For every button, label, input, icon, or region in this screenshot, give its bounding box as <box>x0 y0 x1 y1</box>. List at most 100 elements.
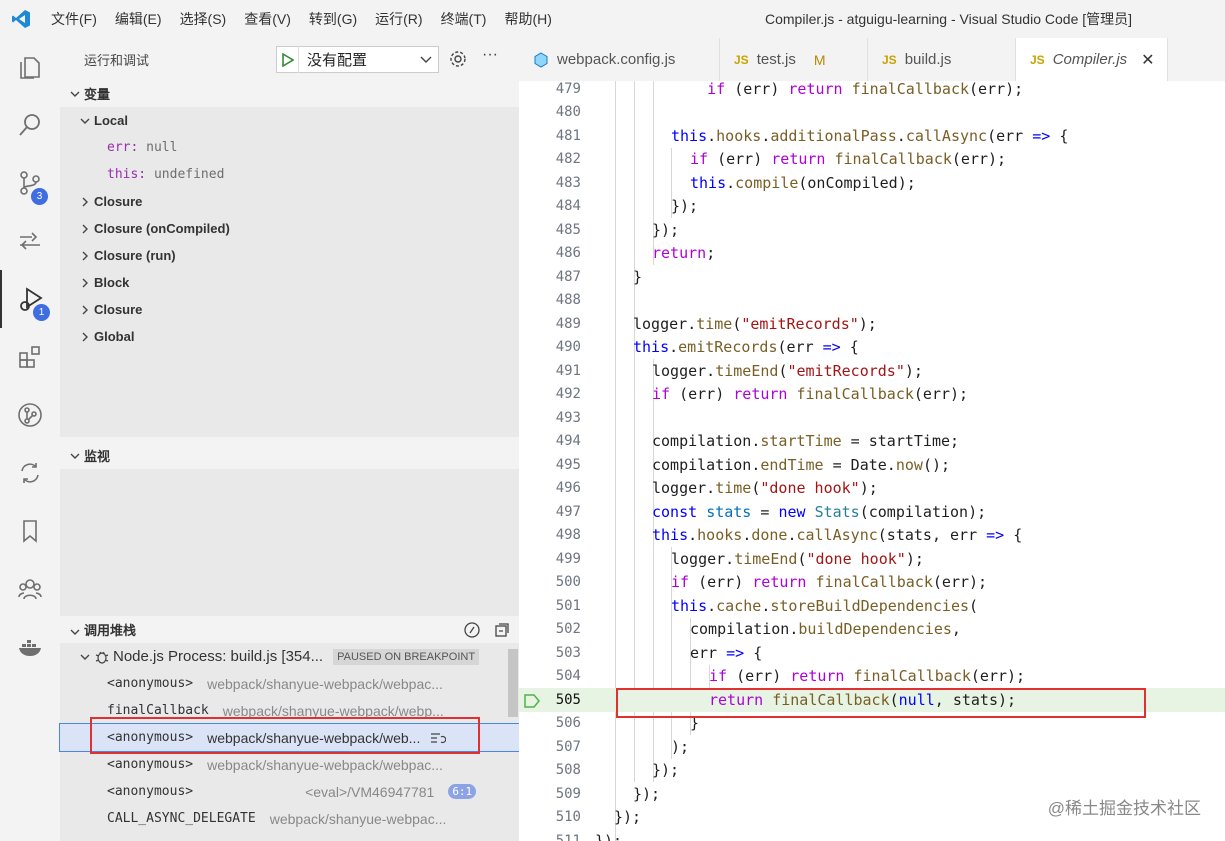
code-line[interactable]: 488 <box>519 289 1225 313</box>
code-line[interactable]: 493 <box>519 406 1225 430</box>
line-number[interactable]: 500 <box>519 574 581 590</box>
stack-frame[interactable]: <anonymous> webpack/shanyue-webpack/webpa… <box>60 751 519 778</box>
gitlens-button[interactable] <box>0 386 60 444</box>
run-debug-button[interactable]: 1 <box>0 270 60 328</box>
line-number[interactable]: 495 <box>519 457 581 473</box>
menu-go[interactable]: 转到(G) <box>300 0 366 38</box>
line-number[interactable]: 489 <box>519 316 581 332</box>
code-line[interactable]: 499 logger.timeEnd("done hook"); <box>519 547 1225 571</box>
code-line[interactable]: 511}); <box>519 829 1225 841</box>
scope-closure-run[interactable]: Closure (run) <box>60 242 519 269</box>
bookmarks-button[interactable] <box>0 502 60 560</box>
search-button[interactable] <box>0 96 60 154</box>
line-number[interactable]: 481 <box>519 128 581 144</box>
line-number[interactable]: 496 <box>519 480 581 496</box>
scope-closure[interactable]: Closure <box>60 296 519 323</box>
line-number[interactable]: 482 <box>519 151 581 167</box>
code-line[interactable]: 492 if (err) return finalCallback(err); <box>519 383 1225 407</box>
menu-selection[interactable]: 选择(S) <box>171 0 236 38</box>
line-number[interactable]: 484 <box>519 198 581 214</box>
scope-block[interactable]: Block <box>60 269 519 296</box>
line-number[interactable]: 483 <box>519 175 581 191</box>
code-line[interactable]: 482 if (err) return finalCallback(err); <box>519 148 1225 172</box>
stack-frame[interactable]: <anonymous> webpack/shanyue-webpack/webpa… <box>60 670 519 697</box>
code-line[interactable]: 501 this.cache.storeBuildDependencies( <box>519 594 1225 618</box>
stack-frame[interactable]: <anonymous> <eval>/VM46947781 6:1 <box>60 778 519 805</box>
code-line[interactable]: 490 this.emitRecords(err => { <box>519 336 1225 360</box>
scrollbar-thumb[interactable] <box>508 649 518 717</box>
scope-closure-oncompiled[interactable]: Closure (onCompiled) <box>60 215 519 242</box>
line-number[interactable]: 509 <box>519 786 581 802</box>
variable-row[interactable]: err: null <box>60 134 519 161</box>
line-number[interactable]: 487 <box>519 269 581 285</box>
code-line[interactable]: 483 this.compile(onCompiled); <box>519 171 1225 195</box>
line-number[interactable]: 479 <box>519 81 581 97</box>
line-number[interactable]: 504 <box>519 668 581 684</box>
watch-section-header[interactable]: 监视 <box>60 442 519 469</box>
tab-test-js[interactable]: JS test.js M <box>720 38 868 81</box>
explorer-button[interactable] <box>0 38 60 96</box>
code-line[interactable]: 503 err => { <box>519 641 1225 665</box>
menu-terminal[interactable]: 终端(T) <box>432 0 496 38</box>
line-number[interactable]: 507 <box>519 739 581 755</box>
code-line[interactable]: 498 this.hooks.done.callAsync(stats, err … <box>519 524 1225 548</box>
menu-edit[interactable]: 编辑(E) <box>106 0 171 38</box>
remote-button[interactable] <box>0 444 60 502</box>
line-number[interactable]: 492 <box>519 386 581 402</box>
code-line[interactable]: 484}); <box>519 195 1225 219</box>
code-line[interactable]: 479 if (err) return finalCallback(err); <box>519 81 1225 101</box>
scope-closure[interactable]: Closure <box>60 188 519 215</box>
code-line[interactable]: 486 return; <box>519 242 1225 266</box>
code-line[interactable]: 507); <box>519 735 1225 759</box>
process-row[interactable]: Node.js Process: build.js [354... PAUSED… <box>60 643 519 670</box>
menu-run[interactable]: 运行(R) <box>366 0 431 38</box>
scope-global[interactable]: Global <box>60 323 519 350</box>
line-number[interactable]: 511 <box>519 833 581 841</box>
line-number[interactable]: 501 <box>519 598 581 614</box>
variable-row[interactable]: this: undefined <box>60 161 519 188</box>
line-number[interactable]: 510 <box>519 809 581 825</box>
gear-icon[interactable] <box>449 50 467 71</box>
menu-view[interactable]: 查看(V) <box>235 0 300 38</box>
code-line[interactable]: 485}); <box>519 218 1225 242</box>
code-line[interactable]: 480 <box>519 101 1225 125</box>
line-number[interactable]: 508 <box>519 762 581 778</box>
callstack-section-header[interactable]: 调用堆栈 <box>60 616 519 643</box>
more-actions-icon[interactable]: ··· <box>482 46 498 64</box>
code-line[interactable]: 491 logger.timeEnd("emitRecords"); <box>519 359 1225 383</box>
accounts-group-button[interactable] <box>0 560 60 618</box>
code-line[interactable]: 487} <box>519 265 1225 289</box>
code-line[interactable]: 504 if (err) return finalCallback(err); <box>519 665 1225 689</box>
line-number[interactable]: 490 <box>519 339 581 355</box>
code-line[interactable]: 497 const stats = new Stats(compilation); <box>519 500 1225 524</box>
code-line[interactable]: 496 logger.time("done hook"); <box>519 477 1225 501</box>
line-number[interactable]: 502 <box>519 621 581 637</box>
launch-config-dropdown[interactable]: 没有配置 <box>276 46 439 73</box>
docker-button[interactable] <box>0 618 60 676</box>
code-line[interactable]: 508}); <box>519 759 1225 783</box>
variables-section-header[interactable]: 变量 <box>60 80 519 107</box>
line-number[interactable]: 488 <box>519 292 581 308</box>
timeline-button[interactable] <box>0 212 60 270</box>
line-number[interactable]: 480 <box>519 104 581 120</box>
line-number[interactable]: 497 <box>519 504 581 520</box>
line-number[interactable]: 494 <box>519 433 581 449</box>
line-number[interactable]: 485 <box>519 222 581 238</box>
scope-local[interactable]: Local <box>60 107 519 134</box>
extensions-button[interactable] <box>0 328 60 386</box>
line-number[interactable]: 491 <box>519 363 581 379</box>
close-icon[interactable]: ✕ <box>1141 50 1154 70</box>
tab-build-js[interactable]: JS build.js <box>868 38 1016 81</box>
collapse-all-icon[interactable] <box>493 621 511 639</box>
stack-frame[interactable]: CALL_ASYNC_DELEGATE webpack/shanyue-webpa… <box>60 805 519 832</box>
code-line[interactable]: 500 if (err) return finalCallback(err); <box>519 571 1225 595</box>
code-line[interactable]: 502 compilation.buildDependencies, <box>519 618 1225 642</box>
line-number[interactable]: 493 <box>519 410 581 426</box>
line-number[interactable]: 503 <box>519 645 581 661</box>
code-line[interactable]: 481 this.hooks.additionalPass.callAsync(e… <box>519 124 1225 148</box>
line-number[interactable]: 499 <box>519 551 581 567</box>
reveal-icon[interactable] <box>463 621 481 639</box>
line-number[interactable]: 506 <box>519 715 581 731</box>
code-editor[interactable]: 479 if (err) return finalCallback(err); 4… <box>519 81 1225 841</box>
tab-webpack-config[interactable]: webpack.config.js <box>519 38 720 81</box>
